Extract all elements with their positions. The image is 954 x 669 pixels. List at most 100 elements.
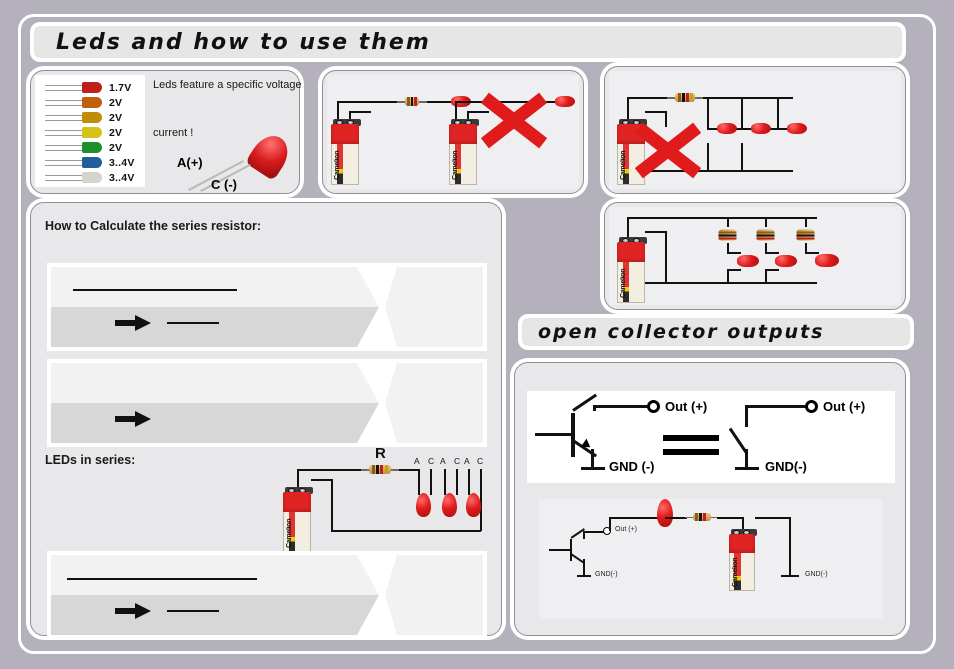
resistor-symbol xyxy=(796,229,815,241)
base-bar xyxy=(570,539,572,561)
battery-brand: Camelion xyxy=(334,150,341,181)
transistor-gnd-label: GND (-) xyxy=(609,459,655,474)
led-leads xyxy=(45,156,83,169)
battery-9v: Camelion xyxy=(283,487,313,553)
wire xyxy=(627,217,817,219)
led-symbol xyxy=(815,254,839,267)
resistor-band xyxy=(380,465,383,474)
formula-chevron-tail xyxy=(385,555,483,635)
wire xyxy=(665,517,687,519)
wire xyxy=(765,269,779,271)
battery-top xyxy=(617,124,645,147)
led-row-red: 1.7V xyxy=(45,80,155,95)
wire xyxy=(583,531,605,533)
pin-label-c: C xyxy=(454,456,461,466)
parallel-shared-resistor-card: Camelion xyxy=(604,66,906,194)
led-symbol xyxy=(442,493,457,517)
led-row-green: 2V xyxy=(45,140,155,155)
open-collector-card: Out (+) GND (-) Out (+) GND(-) GND(-) Ou… xyxy=(514,362,906,636)
led-body-yellow xyxy=(82,127,102,138)
led-voltage-label: 2V xyxy=(109,141,123,154)
battery-9v: Camelion xyxy=(617,119,647,185)
resistor-band xyxy=(385,465,388,474)
arrow-icon xyxy=(115,315,151,331)
base-wire xyxy=(549,549,571,551)
led-dome xyxy=(442,493,457,517)
formula-rule xyxy=(73,289,237,291)
resistor-barrel xyxy=(675,93,695,102)
page-title: Leds and how to use them xyxy=(56,29,431,55)
arrow-icon xyxy=(115,411,151,427)
main-title-banner: Leds and how to use them xyxy=(30,22,906,62)
series-heading: LEDs in series: xyxy=(45,453,136,467)
out-node-icon xyxy=(805,400,818,413)
wire xyxy=(397,469,419,471)
calc-heading: How to Calculate the series resistor: xyxy=(45,219,262,233)
led-leads xyxy=(45,111,83,124)
led-leads xyxy=(45,81,83,94)
wire xyxy=(591,449,594,469)
resistor-barrel xyxy=(718,229,737,241)
led-dome xyxy=(737,255,759,267)
led-symbol xyxy=(555,96,575,107)
battery-9v: Camelion xyxy=(449,119,479,185)
wire xyxy=(777,97,779,129)
formula-rule xyxy=(167,610,219,612)
led-symbol xyxy=(787,123,807,134)
resistor-symbol xyxy=(756,229,775,241)
page-root: Leds and how to use them 1.7V 2V 2V 2V 2V 3..… xyxy=(0,0,954,669)
wire xyxy=(609,517,611,531)
resistor-symbol xyxy=(397,97,427,106)
resistor-lead xyxy=(397,101,405,103)
resistor-barrel xyxy=(405,97,419,106)
led-dome xyxy=(416,493,431,517)
battery-top xyxy=(331,124,359,147)
formula-lower-half xyxy=(51,307,379,347)
resistor-lead xyxy=(667,97,675,99)
wire xyxy=(707,97,709,129)
resistor-band xyxy=(414,97,417,106)
formula-lower-half xyxy=(51,595,379,635)
anode-label: A(+) xyxy=(177,155,203,170)
led-dome xyxy=(555,96,575,107)
arrow-icon xyxy=(115,603,151,619)
resistor-symbol xyxy=(685,513,719,521)
resistor-band xyxy=(695,513,698,521)
led-symbol xyxy=(775,255,797,267)
resistor-band xyxy=(682,93,685,102)
base-wire xyxy=(535,433,573,436)
wire xyxy=(707,143,709,171)
example-gnd-left-label: GND(-) xyxy=(595,571,618,578)
equals-sign xyxy=(663,435,719,441)
resistor-band xyxy=(686,93,689,102)
battery-brand: Camelion xyxy=(286,518,293,549)
switch-out-label: Out (+) xyxy=(823,399,866,414)
open-collector-title-banner: open collector outputs xyxy=(518,314,914,350)
led-symbol xyxy=(466,493,481,517)
wire xyxy=(645,111,667,113)
wire xyxy=(645,231,667,233)
formula-banner-3 xyxy=(47,551,487,639)
wire xyxy=(665,111,667,127)
wire xyxy=(805,217,807,227)
cathode-label: C (-) xyxy=(211,177,237,192)
battery-top xyxy=(617,242,645,265)
battery-body: Camelion xyxy=(283,512,311,553)
led-voltage-label: 3..4V xyxy=(109,171,135,184)
resistor-band xyxy=(376,465,379,474)
formula-rule xyxy=(167,322,219,324)
resistor-lead xyxy=(391,469,399,471)
led-leads xyxy=(45,171,83,184)
wire xyxy=(444,469,446,495)
battery-9v: Camelion xyxy=(331,119,361,185)
gnd-bar xyxy=(781,575,799,577)
parallel-own-resistors-card: Camelion xyxy=(604,202,906,310)
led-symbol xyxy=(751,123,771,134)
led-voltage-label: 2V xyxy=(109,96,123,109)
wire xyxy=(741,143,743,171)
led-voltage-list: 1.7V 2V 2V 2V 2V 3..4V 3..4V xyxy=(45,80,155,185)
example-gnd-right-label: GND(-) xyxy=(805,571,828,578)
wire xyxy=(627,170,793,172)
resistor-band xyxy=(756,237,775,240)
formula-banner-2 xyxy=(47,359,487,447)
